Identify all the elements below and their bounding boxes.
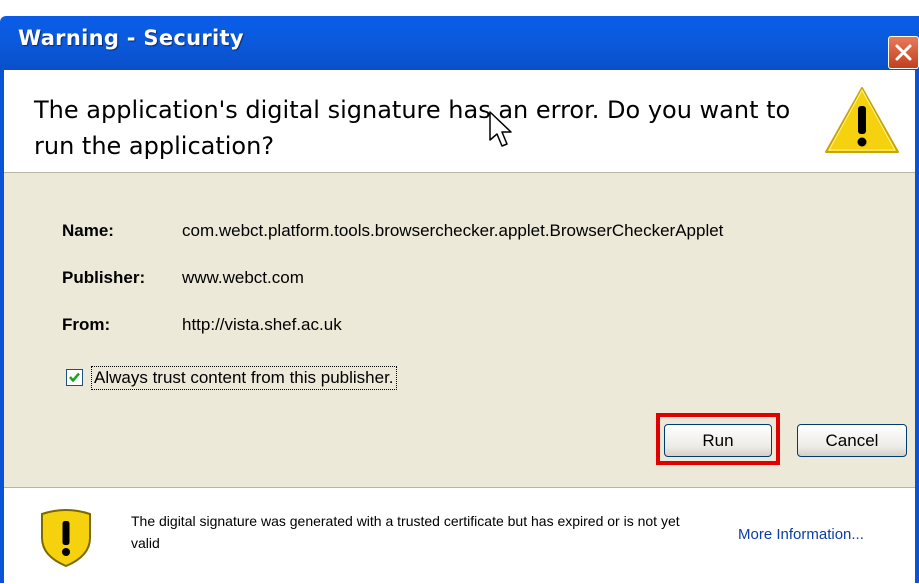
cancel-button[interactable]: Cancel xyxy=(797,424,907,457)
name-value: com.webct.platform.tools.browserchecker.… xyxy=(182,221,724,240)
window-title: Warning - Security xyxy=(18,26,244,50)
name-label: Name: xyxy=(62,221,114,240)
dialog-footer: The digital signature was generated with… xyxy=(4,487,915,584)
trust-checkbox[interactable] xyxy=(66,369,83,386)
checkmark-icon xyxy=(69,372,80,383)
security-warning-dialog: Warning - Security The application's dig… xyxy=(0,0,919,584)
run-button[interactable]: Run xyxy=(664,424,772,457)
close-icon xyxy=(895,44,912,61)
shield-warning-icon xyxy=(41,509,91,568)
window-frame-right xyxy=(915,70,919,583)
close-button[interactable] xyxy=(888,36,919,69)
publisher-label: Publisher: xyxy=(62,268,146,287)
publisher-value: www.webct.com xyxy=(182,268,304,287)
trust-checkbox-label[interactable]: Always trust content from this publisher… xyxy=(91,366,397,390)
dialog-header: The application's digital signature has … xyxy=(4,70,915,173)
title-bar[interactable]: Warning - Security xyxy=(0,16,919,70)
more-information-link[interactable]: More Information... xyxy=(738,526,864,543)
from-value: http://vista.shef.ac.uk xyxy=(182,315,342,334)
dialog-body: Name: com.webct.platform.tools.browserch… xyxy=(4,173,915,487)
mouse-cursor-icon xyxy=(489,111,512,147)
from-label: From: xyxy=(62,315,111,334)
warning-message: The application's digital signature has … xyxy=(34,96,791,160)
warning-icon xyxy=(825,87,899,153)
certificate-warning-text: The digital signature was generated with… xyxy=(131,513,680,551)
